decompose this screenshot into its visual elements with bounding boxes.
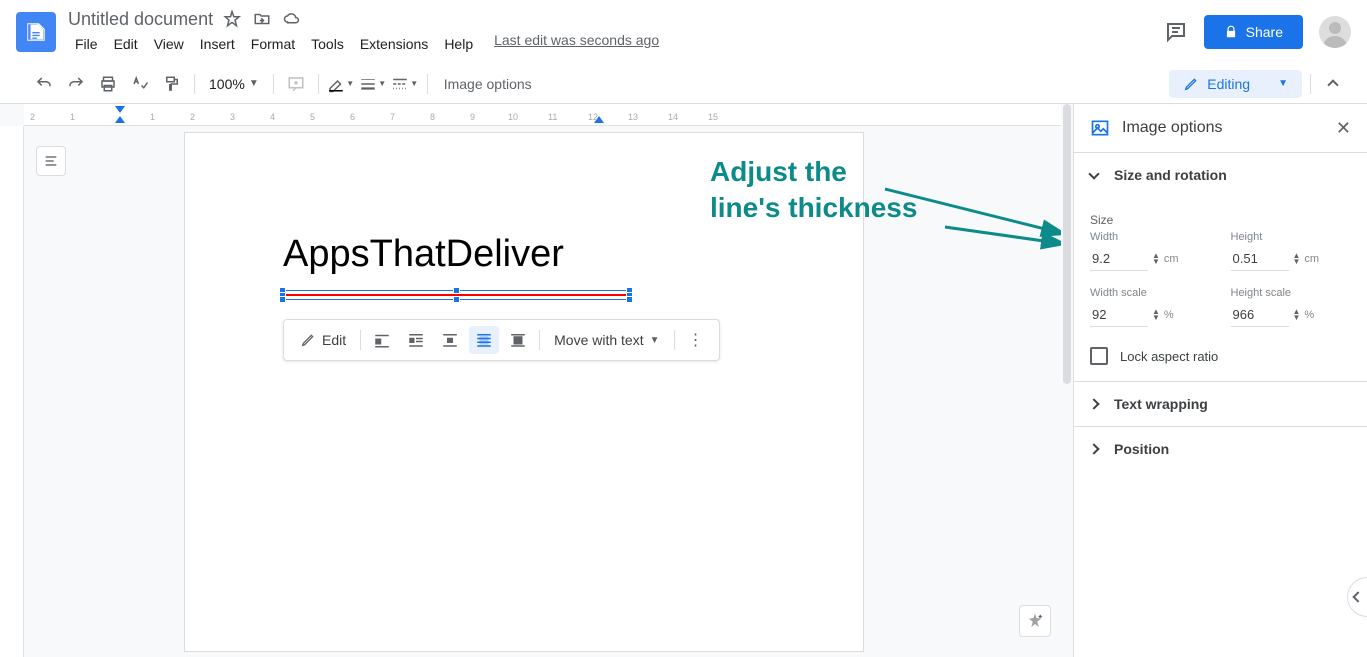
hide-menus-button[interactable]	[1319, 70, 1347, 98]
cloud-status-icon[interactable]	[283, 10, 301, 28]
add-comment-button[interactable]	[282, 70, 310, 98]
paint-format-button[interactable]	[158, 70, 186, 98]
height-spinner[interactable]: ▲▼	[1293, 253, 1301, 265]
border-dash-button[interactable]: ▼	[391, 70, 419, 98]
document-body-text[interactable]: AppsThatDeliver	[283, 233, 564, 276]
close-sidebar-button[interactable]: ✕	[1336, 118, 1351, 139]
document-outline-button[interactable]	[36, 146, 66, 176]
width-scale-input[interactable]	[1090, 303, 1148, 327]
redo-button[interactable]	[62, 70, 90, 98]
wrap-behind-button[interactable]	[469, 326, 499, 354]
editing-mode-dropdown[interactable]: Editing ▼	[1169, 70, 1302, 98]
annotation-arrow-icon	[940, 219, 1073, 259]
menu-extensions[interactable]: Extensions	[353, 32, 435, 56]
border-color-button[interactable]: ▼	[327, 70, 355, 98]
vertical-scrollbar[interactable]	[1061, 104, 1073, 657]
annotation-text: Adjust the line's thickness	[710, 154, 917, 227]
pencil-icon	[1183, 76, 1199, 92]
user-avatar[interactable]	[1319, 16, 1351, 48]
width-scale-spinner[interactable]: ▲▼	[1152, 309, 1160, 321]
wrap-infront-button[interactable]	[503, 326, 533, 354]
menu-format[interactable]: Format	[244, 32, 302, 56]
spellcheck-button[interactable]	[126, 70, 154, 98]
resize-handle[interactable]	[279, 296, 286, 303]
height-input[interactable]	[1231, 247, 1289, 271]
side-panel-toggle[interactable]	[1347, 577, 1367, 617]
width-scale-label: Width scale	[1090, 287, 1211, 299]
star-icon[interactable]	[223, 10, 241, 28]
move-folder-icon[interactable]	[253, 10, 271, 28]
sidebar-title: Image options	[1122, 119, 1324, 137]
border-weight-button[interactable]: ▼	[359, 70, 387, 98]
pencil-icon	[300, 332, 316, 348]
ctx-more-button[interactable]: ⋮	[681, 326, 711, 354]
lock-aspect-label: Lock aspect ratio	[1120, 349, 1218, 364]
ctx-edit-button[interactable]: Edit	[292, 328, 354, 352]
lock-icon	[1224, 25, 1238, 39]
menu-view[interactable]: View	[147, 32, 191, 56]
resize-handle[interactable]	[626, 296, 633, 303]
resize-handle[interactable]	[453, 296, 460, 303]
height-scale-label: Height scale	[1231, 287, 1352, 299]
image-options-sidebar: Image options ✕ Size and rotation Size W…	[1073, 104, 1367, 657]
explore-button[interactable]	[1019, 605, 1051, 637]
width-input[interactable]	[1090, 247, 1148, 271]
width-label: Width	[1090, 231, 1211, 243]
share-button[interactable]: Share	[1204, 15, 1303, 49]
image-options-toolbar-label[interactable]: Image options	[444, 76, 532, 92]
section-position[interactable]: Position	[1074, 427, 1367, 471]
menu-edit[interactable]: Edit	[107, 32, 145, 56]
print-button[interactable]	[94, 70, 122, 98]
image-context-toolbar: Edit Move with text ▼ ⋮	[283, 319, 720, 361]
wrap-text-button[interactable]	[401, 326, 431, 354]
size-label: Size	[1090, 213, 1351, 227]
selected-horizontal-line[interactable]	[283, 291, 629, 299]
section-size-rotation[interactable]: Size and rotation	[1074, 153, 1367, 197]
height-scale-input[interactable]	[1231, 303, 1289, 327]
last-edit-link[interactable]: Last edit was seconds ago	[494, 32, 659, 56]
menu-help[interactable]: Help	[437, 32, 480, 56]
image-icon	[1090, 118, 1110, 138]
height-scale-spinner[interactable]: ▲▼	[1293, 309, 1301, 321]
horizontal-ruler[interactable]: 2 1 1 2 3 4 5 6 7 8 9 10 11 12 13 14 15	[24, 104, 1061, 126]
menu-insert[interactable]: Insert	[193, 32, 242, 56]
wrap-inline-button[interactable]	[367, 326, 397, 354]
zoom-dropdown[interactable]: 100% ▼	[203, 72, 265, 96]
resize-handle[interactable]	[453, 287, 460, 294]
menu-file[interactable]: File	[68, 32, 105, 56]
wrap-break-button[interactable]	[435, 326, 465, 354]
lock-aspect-checkbox[interactable]	[1090, 347, 1108, 365]
section-text-wrapping[interactable]: Text wrapping	[1074, 382, 1367, 426]
undo-button[interactable]	[30, 70, 58, 98]
move-with-text-dropdown[interactable]: Move with text ▼	[546, 328, 667, 352]
document-canvas[interactable]: 2 1 1 2 3 4 5 6 7 8 9 10 11 12 13 14 15 …	[0, 104, 1073, 657]
menu-tools[interactable]: Tools	[304, 32, 351, 56]
vertical-ruler[interactable]	[0, 126, 24, 657]
comment-history-icon[interactable]	[1164, 20, 1188, 44]
docs-logo[interactable]	[16, 12, 56, 52]
width-spinner[interactable]: ▲▼	[1152, 253, 1160, 265]
height-label: Height	[1231, 231, 1352, 243]
document-title[interactable]: Untitled document	[68, 9, 213, 30]
